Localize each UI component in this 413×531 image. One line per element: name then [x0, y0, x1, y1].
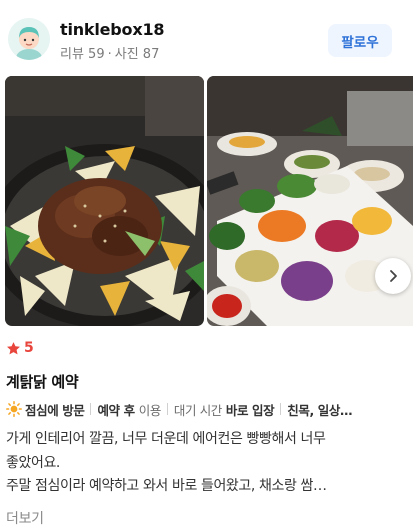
- sun-icon: [6, 401, 22, 417]
- review-header: tinklebox18 리뷰 59 · 사진 87 팔로우: [0, 0, 413, 72]
- stat-separator: ·: [107, 47, 112, 62]
- rating: 5: [6, 340, 34, 356]
- review-text[interactable]: 가게 인테리어 깔끔, 너무 더운데 에어컨은 빵빵해서 너무 좋았어요. 주말…: [6, 428, 402, 499]
- menu-title: 계탉닭 예약: [6, 373, 79, 391]
- visit-time-tag: 점심에 방문: [25, 402, 85, 418]
- wait-time-label: 대기 시간: [173, 402, 222, 418]
- tag-divider: [166, 403, 168, 415]
- next-photo-button[interactable]: [375, 258, 411, 294]
- star-icon: [7, 341, 20, 354]
- wait-type-strong: 예약 후: [97, 402, 135, 418]
- photo-count: 사진 87: [114, 47, 160, 62]
- tag-divider: [90, 403, 92, 415]
- review-count: 리뷰 59: [60, 47, 105, 62]
- chevron-right-icon: [390, 270, 397, 282]
- follow-button[interactable]: 팔로우: [328, 24, 392, 57]
- more-link[interactable]: 더보기: [6, 508, 44, 528]
- wait-time-tag: 대기 시간 바로 입장: [173, 400, 275, 419]
- wait-type-light: 이용: [138, 402, 162, 418]
- visit-info-tags: 점심에 방문 예약 후 이용 대기 시간 바로 입장 친목, 일상…: [6, 399, 406, 419]
- review-line: 주말 점심이라 예약하고 와서 바로 들어왔고, 채소랑 쌈…: [6, 478, 327, 494]
- user-stats: 리뷰 59 · 사진 87: [60, 43, 159, 62]
- review-line: 좋았어요.: [6, 454, 60, 471]
- review-line: 가게 인테리어 깔끔, 너무 더운데 에어컨은 빵빵해서 너무: [6, 431, 326, 447]
- wait-time-value: 바로 입장: [225, 402, 275, 418]
- avatar[interactable]: [8, 18, 50, 60]
- username[interactable]: tinklebox18: [60, 20, 165, 39]
- tag-divider: [280, 403, 282, 415]
- companion-tag: 친목, 일상…: [287, 402, 353, 418]
- wait-type-tag: 예약 후 이용: [97, 400, 162, 419]
- review-card: tinklebox18 리뷰 59 · 사진 87 팔로우 5 계탉닭 예약 점…: [0, 0, 413, 531]
- rating-value: 5: [24, 340, 34, 356]
- photo-grilled-chicken[interactable]: [5, 76, 204, 326]
- grilled-chicken-photo: [5, 76, 204, 326]
- photo-carousel[interactable]: [5, 76, 413, 326]
- avatar-illustration: [8, 18, 50, 60]
